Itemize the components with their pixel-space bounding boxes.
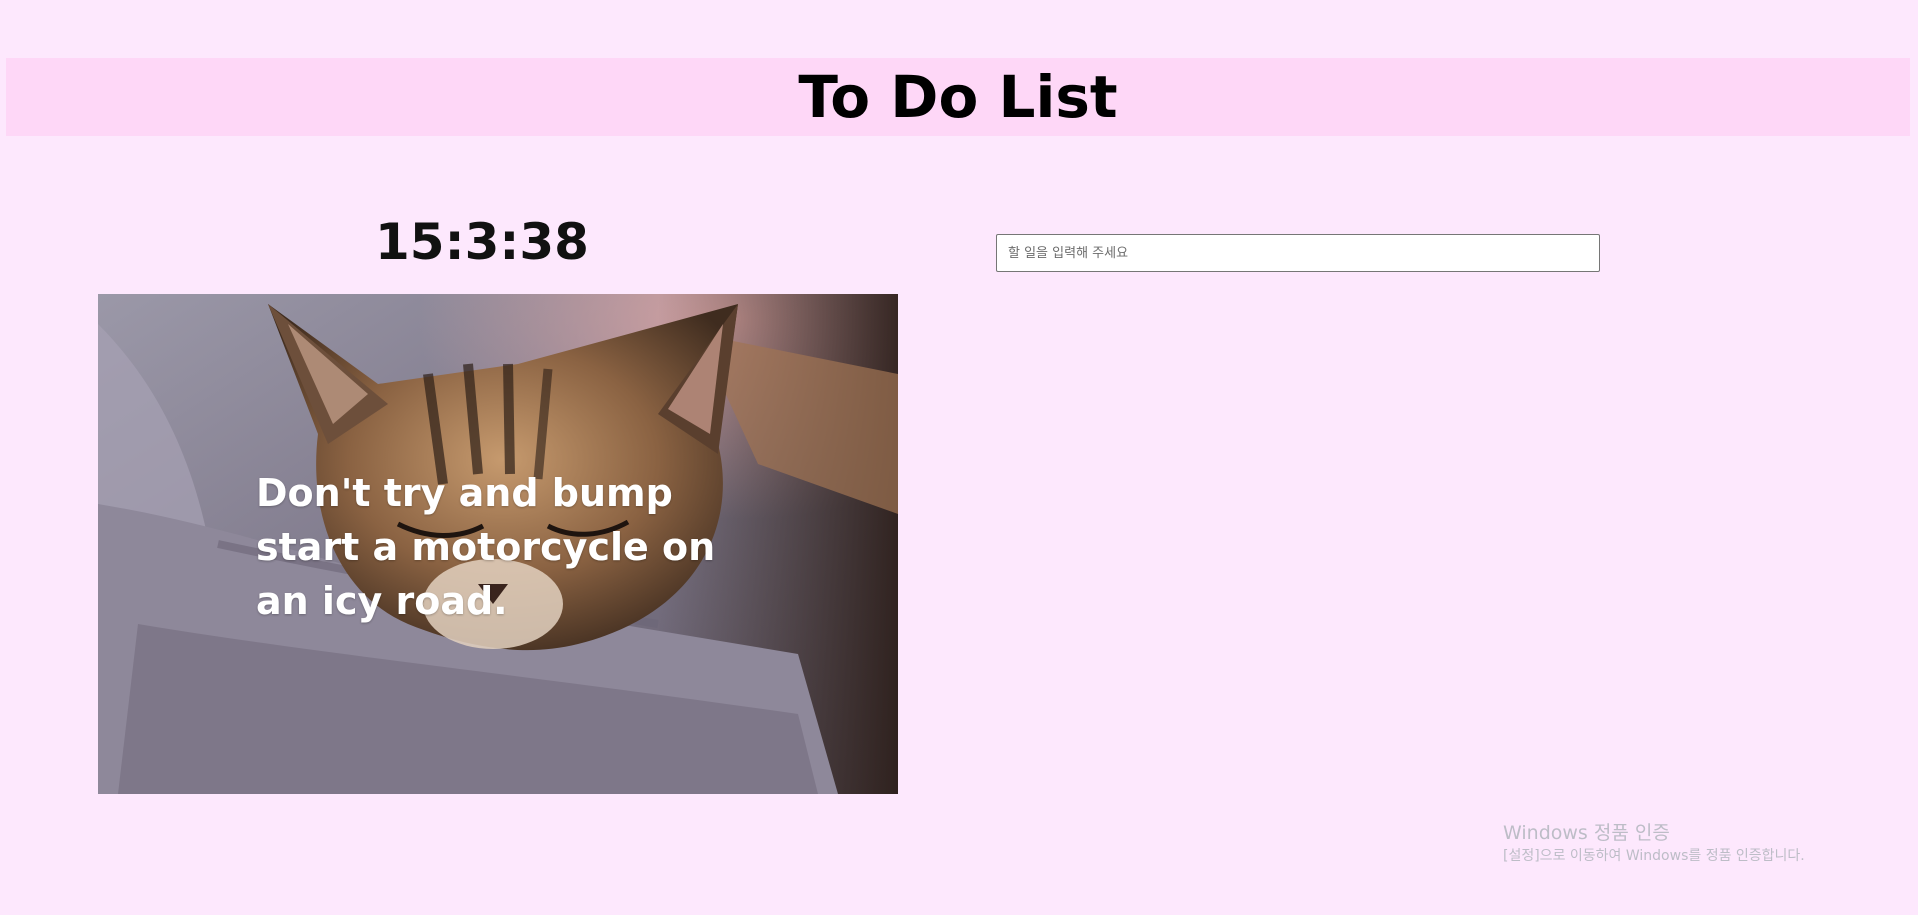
windows-activation-watermark: Windows 정품 인증 [설정]으로 이동하여 Windows를 정품 인증…: [1503, 820, 1805, 866]
page: To Do List 15:3:38 Don't try and bump st…: [0, 0, 1918, 915]
todo-input[interactable]: [996, 234, 1600, 272]
watermark-title: Windows 정품 인증: [1503, 822, 1670, 844]
clock: 15:3:38: [375, 213, 589, 271]
watermark-subtitle: [설정]으로 이동하여 Windows를 정품 인증합니다.: [1503, 848, 1805, 864]
page-title: To Do List: [798, 63, 1118, 131]
header-bar: To Do List: [6, 58, 1910, 136]
quote-text: Don't try and bump start a motorcycle on…: [256, 471, 716, 623]
cat-photo: Don't try and bump start a motorcycle on…: [98, 294, 898, 794]
